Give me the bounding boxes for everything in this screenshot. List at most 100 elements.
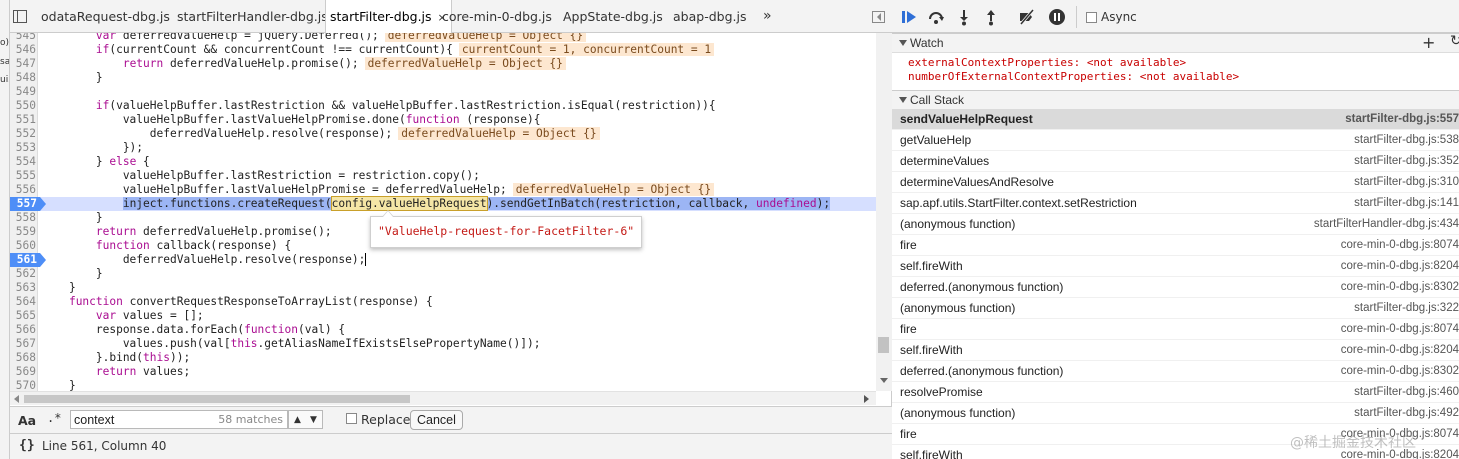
refresh-watch-icon[interactable]: ↻ bbox=[1450, 33, 1459, 49]
replace-checkbox[interactable] bbox=[346, 413, 357, 424]
line-number[interactable]: 570 bbox=[10, 379, 36, 391]
step-out-icon[interactable] bbox=[982, 8, 1000, 26]
call-frame[interactable]: fire core-min-0-dbg.js:8074 bbox=[892, 319, 1459, 340]
line-number[interactable]: 567 bbox=[10, 337, 36, 351]
frame-location[interactable]: startFilter-dbg.js:538 bbox=[1354, 130, 1459, 151]
code-line[interactable]: 554 } else { bbox=[10, 155, 876, 169]
call-frame[interactable]: sap.apf.utils.StartFilter.context.setRes… bbox=[892, 193, 1459, 214]
code-line[interactable]: 564 function convertRequestResponseToArr… bbox=[10, 295, 876, 309]
breakpoint-marker[interactable]: 561 bbox=[10, 253, 46, 267]
code-line[interactable]: 562 } bbox=[10, 267, 876, 281]
regex-toggle[interactable]: .* bbox=[47, 411, 61, 425]
frame-location[interactable]: core-min-0-dbg.js:8204 bbox=[1341, 340, 1459, 361]
resume-icon[interactable] bbox=[900, 8, 918, 26]
line-number[interactable]: 553 bbox=[10, 141, 36, 155]
line-number[interactable]: 548 bbox=[10, 71, 36, 85]
scroll-left-icon[interactable] bbox=[14, 395, 19, 403]
call-frame[interactable]: sendValueHelpRequest startFilter-dbg.js:5… bbox=[892, 109, 1459, 130]
line-number[interactable]: 569 bbox=[10, 365, 36, 379]
call-frame[interactable]: self.fireWith core-min-0-dbg.js:8204 bbox=[892, 256, 1459, 277]
line-number[interactable]: 560 bbox=[10, 239, 36, 253]
code-line[interactable]: 553 }); bbox=[10, 141, 876, 155]
cancel-button[interactable]: Cancel bbox=[410, 410, 463, 430]
call-frame[interactable]: resolvePromise startFilter-dbg.js:460 bbox=[892, 382, 1459, 403]
frame-location[interactable]: core-min-0-dbg.js:8074 bbox=[1341, 319, 1459, 340]
pause-on-exceptions-icon[interactable] bbox=[1048, 8, 1066, 26]
line-number[interactable]: 550 bbox=[10, 99, 36, 113]
code-line[interactable]: 548 } bbox=[10, 71, 876, 85]
call-frame[interactable]: self.fireWith core-min-0-dbg.js:8204 bbox=[892, 340, 1459, 361]
pretty-print-button[interactable]: {} bbox=[19, 438, 35, 453]
search-input[interactable] bbox=[74, 412, 214, 427]
frame-location[interactable]: core-min-0-dbg.js:8302 bbox=[1341, 361, 1459, 382]
watch-header[interactable]: Watch + ↻ bbox=[892, 33, 1459, 53]
match-case-toggle[interactable]: Aa bbox=[18, 413, 36, 428]
line-number[interactable]: 545 bbox=[10, 33, 36, 43]
line-number[interactable]: 568 bbox=[10, 351, 36, 365]
scroll-thumb[interactable] bbox=[24, 395, 410, 403]
frame-location[interactable]: startFilter-dbg.js:557 bbox=[1345, 109, 1459, 130]
line-number[interactable]: 566 bbox=[10, 323, 36, 337]
code-editor[interactable]: 545 var deferredValueHelp = jQuery.Defer… bbox=[10, 33, 876, 391]
frame-location[interactable]: startFilter-dbg.js:492 bbox=[1354, 403, 1459, 424]
code-line[interactable]: 567 values.push(val[this.getAliasNameIfE… bbox=[10, 337, 876, 351]
code-line[interactable]: 569 return values; bbox=[10, 365, 876, 379]
scroll-thumb[interactable] bbox=[878, 337, 889, 353]
tab-odatarequest[interactable]: odataRequest-dbg.js bbox=[37, 0, 174, 33]
line-number[interactable]: 549 bbox=[10, 85, 36, 99]
more-tabs-icon[interactable]: » bbox=[763, 8, 772, 24]
sidebar-toggle-icon[interactable] bbox=[872, 11, 885, 23]
step-over-icon[interactable] bbox=[927, 8, 945, 26]
call-frame[interactable]: (anonymous function) startFilter-dbg.js:3… bbox=[892, 298, 1459, 319]
scroll-down-icon[interactable] bbox=[880, 378, 888, 383]
frame-location[interactable]: startFilter-dbg.js:460 bbox=[1354, 382, 1459, 403]
line-number[interactable]: 555 bbox=[10, 169, 36, 183]
frame-location[interactable]: core-min-0-dbg.js:8204 bbox=[1341, 256, 1459, 277]
code-line[interactable]: 568 }.bind(this)); bbox=[10, 351, 876, 365]
line-number[interactable]: 552 bbox=[10, 127, 36, 141]
navigator-toggle-icon[interactable] bbox=[13, 10, 27, 23]
line-number[interactable]: 559 bbox=[10, 225, 36, 239]
call-frame[interactable]: determineValues startFilter-dbg.js:352 bbox=[892, 151, 1459, 172]
code-line[interactable]: 552 deferredValueHelp.resolve(response);… bbox=[10, 127, 876, 141]
line-number[interactable]: 556 bbox=[10, 183, 36, 197]
code-line[interactable]: 550 if(valueHelpBuffer.lastRestriction &… bbox=[10, 99, 876, 113]
tab-startfilter[interactable]: startFilter-dbg.js × bbox=[325, 0, 452, 34]
code-line[interactable]: 545 var deferredValueHelp = jQuery.Defer… bbox=[10, 33, 876, 43]
frame-location[interactable]: startFilter-dbg.js:352 bbox=[1354, 151, 1459, 172]
code-line[interactable]: 549 bbox=[10, 85, 876, 99]
line-number[interactable]: 546 bbox=[10, 43, 36, 57]
line-number[interactable]: 563 bbox=[10, 281, 36, 295]
frame-location[interactable]: startFilter-dbg.js:322 bbox=[1354, 298, 1459, 319]
watch-expression[interactable]: numberOfExternalContextProperties: <not … bbox=[908, 70, 1239, 83]
line-number[interactable]: 562 bbox=[10, 267, 36, 281]
watch-expression[interactable]: externalContextProperties: <not availabl… bbox=[908, 56, 1186, 69]
line-number[interactable]: 547 bbox=[10, 57, 36, 71]
frame-location[interactable]: startFilter-dbg.js:310 bbox=[1354, 172, 1459, 193]
horizontal-scrollbar[interactable] bbox=[10, 391, 876, 405]
code-line[interactable]: 547 return deferredValueHelp.promise(); d… bbox=[10, 57, 876, 71]
code-line[interactable]: 546 if(currentCount && concurrentCount !… bbox=[10, 43, 876, 57]
tab-core-min[interactable]: core-min-0-dbg.js bbox=[438, 0, 556, 33]
code-line[interactable]: 565 var values = []; bbox=[10, 309, 876, 323]
search-field[interactable]: 58 matches bbox=[70, 410, 288, 429]
line-number[interactable]: 551 bbox=[10, 113, 36, 127]
scroll-right-icon[interactable] bbox=[864, 395, 869, 403]
line-number[interactable]: 565 bbox=[10, 309, 36, 323]
call-frame[interactable]: (anonymous function) startFilter-dbg.js:4… bbox=[892, 403, 1459, 424]
code-line[interactable]: 570 } bbox=[10, 379, 876, 391]
call-frame[interactable]: deferred.(anonymous function) core-min-0-… bbox=[892, 277, 1459, 298]
code-line[interactable]: 557 inject.functions.createRequest(confi… bbox=[10, 196, 876, 211]
tab-startfilterhandler[interactable]: startFilterHandler-dbg.js bbox=[173, 0, 332, 33]
code-line[interactable]: 556 valueHelpBuffer.lastValueHelpPromise… bbox=[10, 183, 876, 197]
code-line[interactable]: 555 valueHelpBuffer.lastRestriction = re… bbox=[10, 169, 876, 183]
call-frame[interactable]: fire core-min-0-dbg.js:8074 bbox=[892, 235, 1459, 256]
code-line[interactable]: 563 } bbox=[10, 281, 876, 295]
call-frame[interactable]: getValueHelp startFilter-dbg.js:538 bbox=[892, 130, 1459, 151]
call-frame[interactable]: determineValuesAndResolve startFilter-dbg… bbox=[892, 172, 1459, 193]
line-number[interactable]: 554 bbox=[10, 155, 36, 169]
vertical-scrollbar[interactable] bbox=[876, 33, 892, 391]
line-number[interactable]: 558 bbox=[10, 211, 36, 225]
step-into-icon[interactable] bbox=[955, 8, 973, 26]
call-stack-header[interactable]: Call Stack bbox=[892, 90, 1459, 110]
